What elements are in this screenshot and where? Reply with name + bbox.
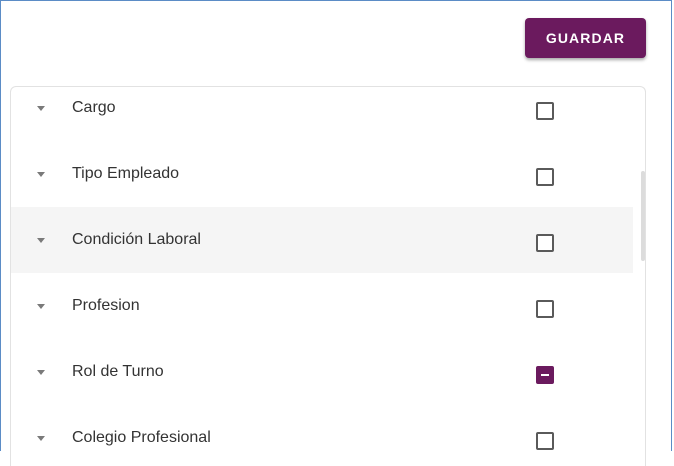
caret-down-icon[interactable] — [37, 436, 45, 441]
tree-row-tipo-empleado[interactable]: Tipo Empleado — [11, 141, 633, 207]
row-checkbox[interactable] — [536, 300, 554, 318]
tree-row-label: Rol de Turno — [72, 363, 164, 380]
caret-down-icon[interactable] — [37, 304, 45, 309]
tree-row-profesion[interactable]: Profesion — [11, 273, 633, 339]
caret-down-icon[interactable] — [37, 172, 45, 177]
row-checkbox[interactable] — [536, 432, 554, 450]
caret-down-icon[interactable] — [37, 106, 45, 111]
tree-panel: Cargo Tipo Empleado Condición Laboral Pr… — [10, 86, 646, 466]
tree-row-label: Tipo Empleado — [72, 165, 180, 182]
tree-row-condicion-laboral[interactable]: Condición Laboral — [11, 207, 633, 273]
row-checkbox-indeterminate[interactable] — [536, 366, 554, 384]
indeterminate-dash-icon — [541, 374, 549, 376]
row-checkbox[interactable] — [536, 102, 554, 120]
tree-row-rol-de-turno[interactable]: Rol de Turno — [11, 339, 633, 405]
row-checkbox[interactable] — [536, 234, 554, 252]
tree-row-label: Colegio Profesional — [72, 429, 211, 446]
caret-down-icon[interactable] — [37, 238, 45, 243]
tree-row-colegio-profesional[interactable]: Colegio Profesional — [11, 405, 633, 466]
row-checkbox[interactable] — [536, 168, 554, 186]
save-button[interactable]: GUARDAR — [525, 18, 646, 58]
tree-row-label: Profesion — [72, 297, 140, 314]
tree-row-label: Condición Laboral — [72, 231, 201, 248]
tree-row-label: Cargo — [72, 99, 116, 116]
caret-down-icon[interactable] — [37, 370, 45, 375]
vertical-scrollbar[interactable] — [641, 171, 645, 261]
tree-row-cargo[interactable]: Cargo — [11, 87, 633, 141]
